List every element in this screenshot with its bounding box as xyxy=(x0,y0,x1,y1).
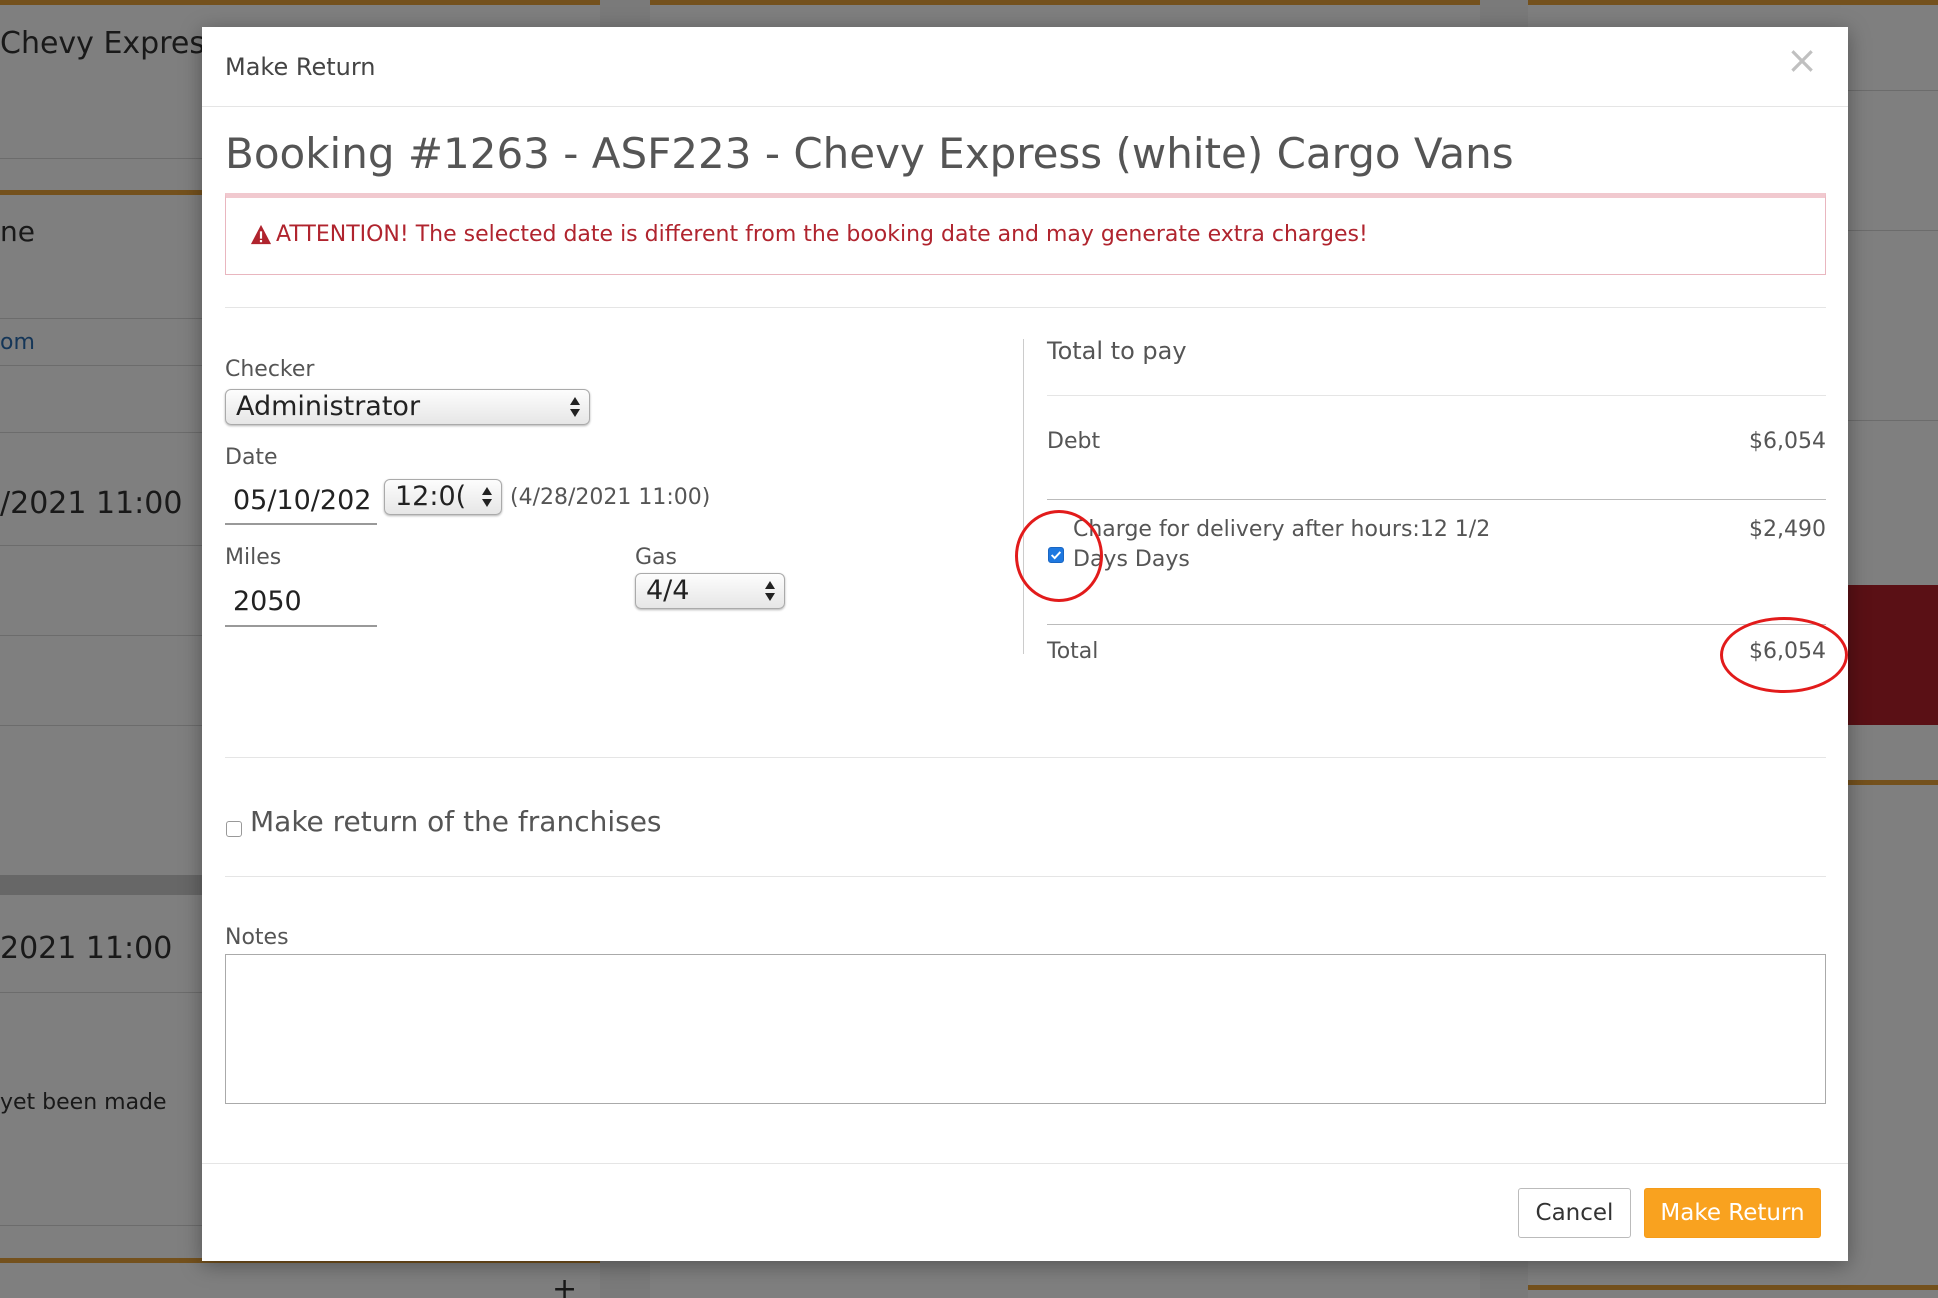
original-booking-date: (4/28/2021 11:00) xyxy=(510,485,711,510)
total-label: Total xyxy=(1047,639,1099,664)
divider xyxy=(1047,624,1826,625)
checker-select[interactable]: Administrator xyxy=(225,389,590,425)
time-select[interactable]: 12:0( xyxy=(384,479,502,515)
franchise-checkbox[interactable] xyxy=(226,821,242,837)
select-arrows-icon xyxy=(570,397,580,417)
miles-label: Miles xyxy=(225,545,282,570)
divider xyxy=(225,757,1826,758)
charge-label: Charge for delivery after hours:12 1/2 D… xyxy=(1073,517,1491,572)
gas-select-value: 4/4 xyxy=(646,575,690,606)
gas-select[interactable]: 4/4 xyxy=(635,573,785,609)
annotation-circle-total xyxy=(1720,617,1848,693)
charge-value: $2,490 xyxy=(1749,517,1826,542)
miles-input[interactable]: 2050 xyxy=(225,579,377,627)
total-to-pay-heading: Total to pay xyxy=(1047,337,1187,365)
make-return-button[interactable]: Make Return xyxy=(1644,1188,1821,1238)
debt-label: Debt xyxy=(1047,429,1101,454)
divider xyxy=(1047,499,1826,500)
notes-label: Notes xyxy=(225,925,289,950)
cancel-button[interactable]: Cancel xyxy=(1518,1188,1631,1238)
date-warning-alert: ATTENTION! The selected date is differen… xyxy=(225,193,1826,275)
close-icon[interactable]: × xyxy=(1786,41,1818,79)
notes-textarea[interactable] xyxy=(225,954,1826,1104)
date-label: Date xyxy=(225,445,278,470)
warning-icon xyxy=(250,224,272,245)
footer-divider xyxy=(202,1163,1848,1164)
time-select-value: 12:0( xyxy=(395,481,467,512)
annotation-circle-checkbox xyxy=(1015,510,1103,602)
modal-header: Make Return × xyxy=(202,27,1848,107)
date-input[interactable]: 05/10/202 xyxy=(225,479,377,525)
make-return-modal: Make Return × Booking #1263 - ASF223 - C… xyxy=(202,27,1848,1261)
modal-title: Make Return xyxy=(225,53,376,81)
alert-text: ATTENTION! The selected date is differen… xyxy=(276,222,1368,247)
select-arrows-icon xyxy=(482,487,492,507)
divider xyxy=(225,307,1826,308)
column-separator xyxy=(1023,339,1024,654)
divider xyxy=(225,876,1826,877)
franchise-label: Make return of the franchises xyxy=(250,805,662,838)
checker-label: Checker xyxy=(225,357,315,382)
checker-select-value: Administrator xyxy=(236,391,421,422)
divider xyxy=(1047,395,1826,396)
select-arrows-icon xyxy=(765,581,775,601)
booking-title: Booking #1263 - ASF223 - Chevy Express (… xyxy=(225,129,1514,178)
gas-label: Gas xyxy=(635,545,677,570)
debt-value: $6,054 xyxy=(1749,429,1826,454)
